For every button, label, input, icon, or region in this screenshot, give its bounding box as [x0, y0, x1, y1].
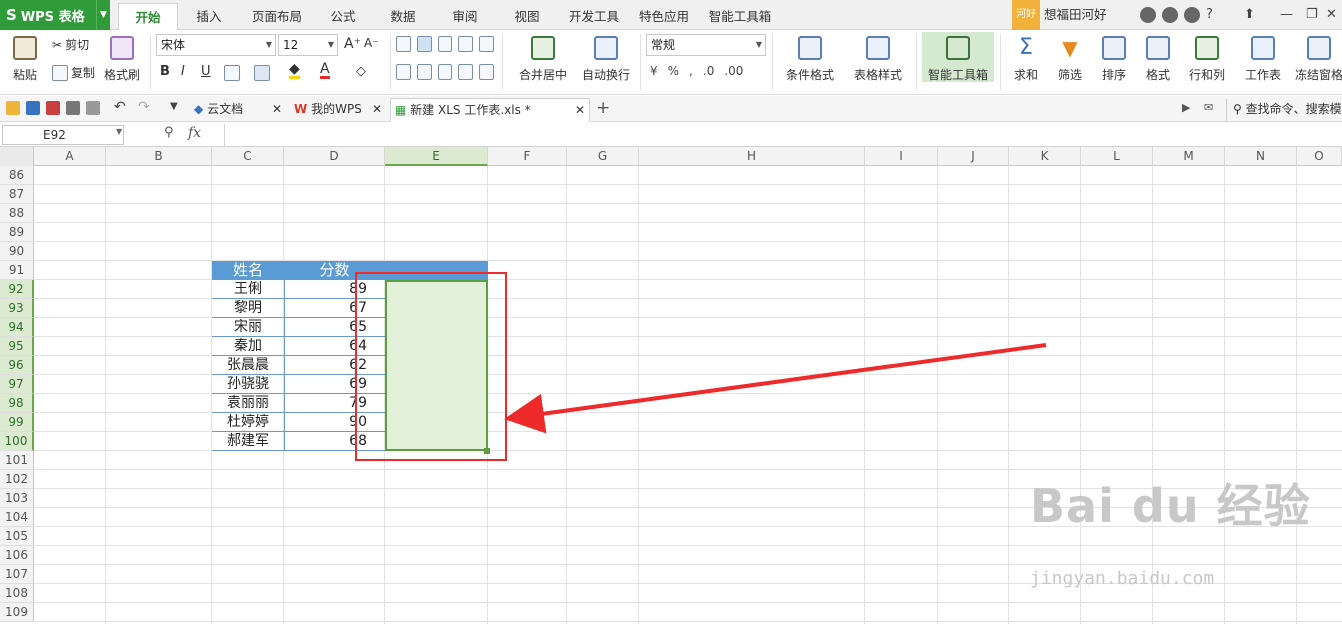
baidu-watermark: Bai du 经验 — [1030, 479, 1311, 533]
baidu-watermark-url: jingyan.baidu.com — [1030, 568, 1215, 589]
